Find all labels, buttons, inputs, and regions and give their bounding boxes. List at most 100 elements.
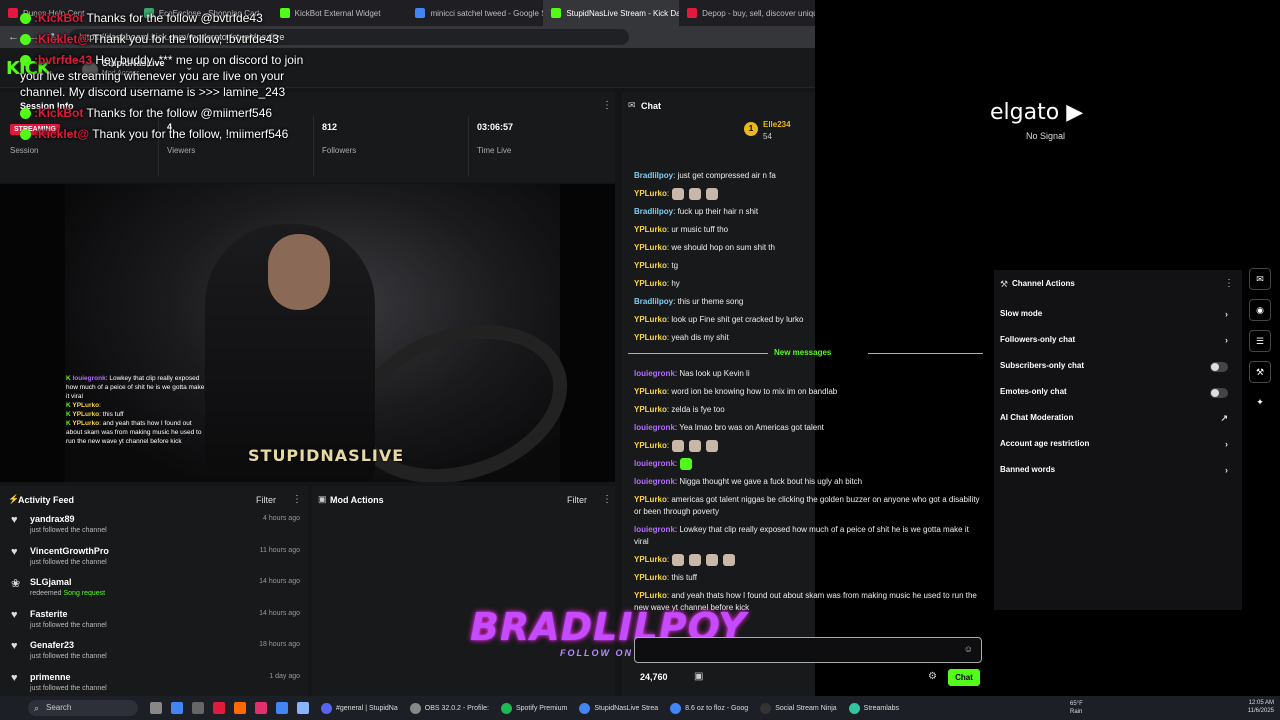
chevron-right-icon[interactable]: › bbox=[1225, 465, 1228, 475]
send-chat-button[interactable]: Chat bbox=[948, 669, 980, 686]
chat-message[interactable]: Bradlilpoy: fuck up their hair n shit bbox=[634, 206, 984, 218]
chat-message[interactable]: Bradlilpoy: just get compressed air n fa bbox=[634, 170, 984, 182]
taskbar-app[interactable]: Streamlabs bbox=[848, 702, 899, 714]
channel-action-item[interactable]: Followers-only chat › bbox=[1000, 335, 1234, 353]
stream-preview[interactable]: K louiegronk: Lowkey that clip really ex… bbox=[0, 184, 615, 482]
chat-username[interactable]: YPLurko bbox=[634, 495, 667, 504]
channel-action-item[interactable]: AI Chat Moderation ↗ bbox=[1000, 413, 1234, 431]
chat-username[interactable]: YPLurko bbox=[634, 441, 667, 450]
chevron-right-icon[interactable]: › bbox=[1225, 439, 1228, 449]
taskbar-app[interactable]: 8.6 oz to floz - Goog bbox=[670, 702, 748, 714]
chat-username[interactable]: Bradlilpoy bbox=[634, 297, 673, 306]
settings-gear-icon[interactable]: ⚙ bbox=[928, 671, 937, 682]
activity-menu-icon[interactable]: ⋮ bbox=[292, 494, 302, 505]
chat-username[interactable]: YPLurko bbox=[634, 555, 667, 564]
activity-filter-button[interactable]: Filter bbox=[256, 495, 276, 505]
chat-message[interactable]: louiegronk: Yea lmao bro was on Americas… bbox=[634, 422, 984, 434]
channel-actions-menu-icon[interactable]: ⋮ bbox=[1224, 278, 1234, 289]
channel-action-item[interactable]: Slow mode › bbox=[1000, 309, 1234, 327]
chat-message[interactable]: YPLurko: hy bbox=[634, 278, 984, 290]
app-icon[interactable] bbox=[192, 702, 204, 714]
browser-tab[interactable]: StupidNasLive Stream - Kick Dashboard bbox=[543, 0, 680, 26]
channel-action-item[interactable]: Emotes-only chat bbox=[1000, 387, 1234, 405]
media-icon[interactable] bbox=[234, 702, 246, 714]
chat-message[interactable]: YPLurko: bbox=[634, 188, 984, 200]
chat-message[interactable]: YPLurko: bbox=[634, 440, 984, 453]
instagram-icon[interactable] bbox=[255, 702, 267, 714]
chat-username[interactable]: YPLurko bbox=[634, 261, 667, 270]
toggle-switch[interactable] bbox=[1210, 388, 1228, 398]
activity-item[interactable]: ♥ primenne just followed the channel 1 day … bbox=[0, 668, 308, 700]
chat-message[interactable]: louiegronk: bbox=[634, 458, 984, 471]
chat-rail-icon[interactable]: ✉ bbox=[1249, 268, 1271, 290]
store-icon[interactable] bbox=[171, 702, 183, 714]
channel-action-item[interactable]: Account age restriction › bbox=[1000, 439, 1234, 457]
chat-username[interactable]: louiegronk bbox=[634, 423, 675, 432]
channel-points[interactable]: 24,760 bbox=[640, 672, 668, 682]
chat-message[interactable]: Bradlilpoy: this ur theme song bbox=[634, 296, 984, 308]
clock[interactable]: 12:05 AM 11/6/2025 bbox=[1248, 699, 1274, 715]
chat-message[interactable]: YPLurko: zelda is fye too bbox=[634, 404, 984, 416]
chat-username[interactable]: louiegronk bbox=[634, 369, 675, 378]
external-link-icon[interactable]: ↗ bbox=[1220, 413, 1228, 424]
taskbar-app[interactable]: Social Stream Ninja bbox=[760, 702, 837, 714]
chat-username[interactable]: YPLurko bbox=[634, 591, 667, 600]
taskbar-app[interactable]: Spotify Premium bbox=[500, 702, 567, 714]
mod-menu-icon[interactable]: ⋮ bbox=[602, 494, 612, 505]
browser-tab[interactable]: Depop - buy, sell, discover unique bbox=[679, 0, 815, 26]
taskbar-app[interactable]: StupidNasLive Strea bbox=[579, 702, 658, 714]
session-menu-icon[interactable]: ⋮ bbox=[602, 100, 612, 111]
chat-username[interactable]: YPLurko bbox=[634, 387, 667, 396]
chat-message[interactable]: louiegronk: Nigga thought we gave a fuck… bbox=[634, 476, 984, 488]
chat-username[interactable]: YPLurko bbox=[634, 189, 667, 198]
chat-username[interactable]: Bradlilpoy bbox=[634, 171, 673, 180]
chevron-right-icon[interactable]: › bbox=[1225, 335, 1228, 345]
broadcast-rail-icon[interactable]: ◉ bbox=[1249, 299, 1271, 321]
chat-message[interactable]: YPLurko: look up Fine shit get cracked b… bbox=[634, 314, 984, 326]
wrench-rail-icon[interactable]: ⚒ bbox=[1249, 361, 1271, 383]
chevron-right-icon[interactable]: › bbox=[1225, 309, 1228, 319]
chat-message[interactable]: YPLurko: bbox=[634, 554, 984, 567]
toggle-switch[interactable] bbox=[1210, 362, 1228, 372]
taskbar-app[interactable]: #general | StupidNa bbox=[321, 702, 398, 714]
browser-tab[interactable]: minicci satchel tweed - Google Shopping bbox=[407, 0, 543, 26]
chat-username[interactable]: YPLurko bbox=[634, 573, 667, 582]
weather-widget[interactable]: 65°F Rain bbox=[1070, 700, 1083, 716]
activity-item[interactable]: ♥ VincentGrowthPro just followed the chann… bbox=[0, 542, 308, 574]
chat-message[interactable]: louiegronk: Nas look up Kevin li bbox=[634, 368, 984, 380]
activity-item[interactable]: ❀ SLGjamal redeemed Song request 14 hours a… bbox=[0, 573, 308, 605]
taskbar-app[interactable]: OBS 32.0.2 - Profile: bbox=[409, 702, 489, 714]
chrome-icon[interactable] bbox=[276, 702, 288, 714]
chat-username[interactable]: louiegronk bbox=[634, 477, 675, 486]
activity-item[interactable]: ♥ yandrax89 just followed the channel 4 hou… bbox=[0, 510, 308, 542]
chat-username[interactable]: louiegronk bbox=[634, 525, 675, 534]
chat-message[interactable]: YPLurko: yeah dis my shit bbox=[634, 332, 984, 344]
chat-message[interactable]: YPLurko: word ion be knowing how to mix … bbox=[634, 386, 984, 398]
back-icon[interactable]: ← bbox=[8, 31, 19, 43]
chat-username[interactable]: YPLurko bbox=[634, 333, 667, 342]
game-icon[interactable] bbox=[213, 702, 225, 714]
chat-username[interactable]: YPLurko bbox=[634, 315, 667, 324]
channel-action-item[interactable]: Banned words › bbox=[1000, 465, 1234, 483]
file-explorer-icon[interactable] bbox=[150, 702, 162, 714]
chat-username[interactable]: YPLurko bbox=[634, 243, 667, 252]
chat-username[interactable]: YPLurko bbox=[634, 405, 667, 414]
chat-input[interactable]: ☺ bbox=[634, 637, 982, 663]
chat-message[interactable]: YPLurko: ur music tuff tho bbox=[634, 224, 984, 236]
mod-filter-button[interactable]: Filter bbox=[567, 495, 587, 505]
chat-message[interactable]: louiegronk: Lowkey that clip really expo… bbox=[634, 524, 984, 548]
activity-item[interactable]: ♥ Genafer23 just followed the channel 18 ho… bbox=[0, 636, 308, 668]
puzzle-rail-icon[interactable]: ✦ bbox=[1249, 392, 1271, 414]
activity-item[interactable]: ♥ Fasterite just followed the channel 14 ho… bbox=[0, 605, 308, 637]
emoji-icon[interactable]: ☺ bbox=[964, 644, 973, 654]
list-rail-icon[interactable]: ☰ bbox=[1249, 330, 1271, 352]
settings-icon[interactable] bbox=[297, 702, 309, 714]
gift-icon[interactable]: ▣ bbox=[694, 671, 703, 682]
chat-username[interactable]: YPLurko bbox=[634, 279, 667, 288]
taskbar-search[interactable]: Search bbox=[28, 700, 138, 716]
chat-message[interactable]: YPLurko: we should hop on sum shit th bbox=[634, 242, 984, 254]
chat-message[interactable]: YPLurko: this tuff bbox=[634, 572, 984, 584]
chat-message[interactable]: YPLurko: americas got talent niggas be c… bbox=[634, 494, 984, 518]
chat-message[interactable]: YPLurko: tg bbox=[634, 260, 984, 272]
chat-username[interactable]: louiegronk bbox=[634, 459, 675, 468]
